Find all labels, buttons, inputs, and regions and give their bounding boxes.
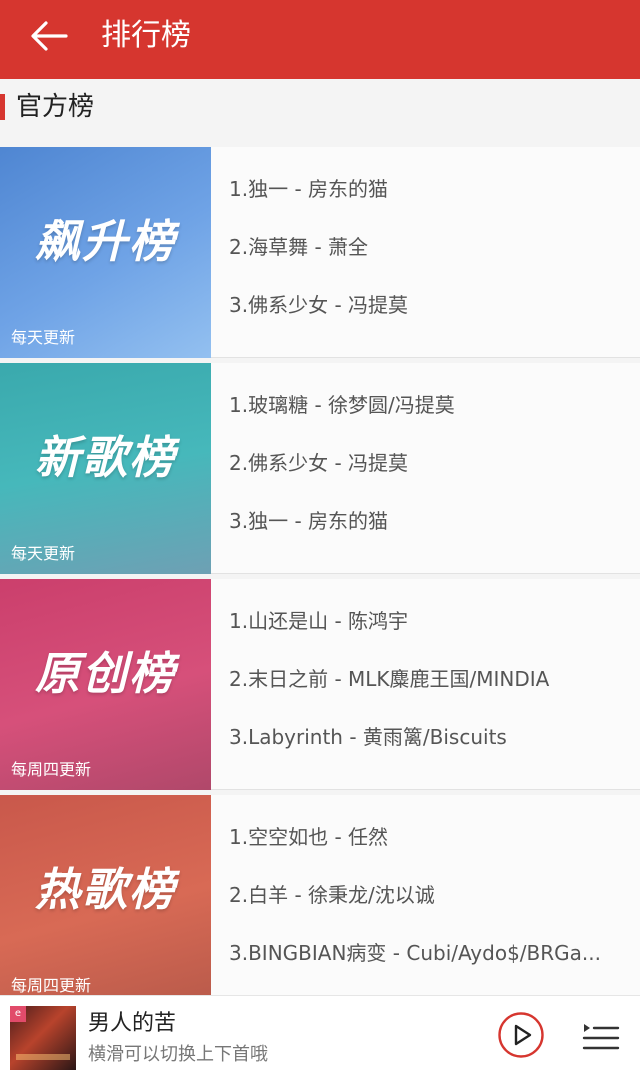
divider bbox=[211, 573, 640, 574]
chart-song: 3.BINGBIAN病变 - Cubi/Aydo$/BRGa... bbox=[229, 941, 601, 965]
chart-song: 2.白羊 - 徐秉龙/沈以诚 bbox=[229, 883, 435, 907]
chart-item-hot-songs[interactable]: 热歌榜 每周四更新 1.空空如也 - 任然 2.白羊 - 徐秉龙/沈以诚 3.B… bbox=[0, 795, 640, 1006]
now-playing-hint: 横滑可以切换上下首哦 bbox=[88, 1044, 268, 1065]
chart-song-list: 1.玻璃糖 - 徐梦圆/冯提莫 2.佛系少女 - 冯提莫 3.独一 - 房东的猫 bbox=[229, 393, 620, 567]
chart-cover[interactable]: 飙升榜 每天更新 bbox=[0, 147, 211, 358]
app-badge-icon: e bbox=[10, 1006, 26, 1022]
arrow-left-icon[interactable] bbox=[26, 16, 74, 56]
chart-song-list: 1.独一 - 房东的猫 2.海草舞 - 萧全 3.佛系少女 - 冯提莫 bbox=[229, 177, 620, 351]
chart-song: 1.山还是山 - 陈鸿宇 bbox=[229, 609, 409, 633]
playlist-icon[interactable] bbox=[582, 1016, 620, 1054]
chart-update-frequency: 每天更新 bbox=[11, 328, 76, 347]
chart-cover-title: 原创榜 bbox=[34, 646, 176, 700]
chart-song: 3.佛系少女 - 冯提莫 bbox=[229, 293, 409, 317]
section-header-official: 官方榜 bbox=[0, 79, 640, 147]
mini-player[interactable]: e 男人的苦 横滑可以切换上下首哦 bbox=[0, 995, 640, 1080]
chart-cover-title: 飙升榜 bbox=[34, 214, 176, 268]
chart-song: 1.独一 - 房东的猫 bbox=[229, 177, 389, 201]
divider bbox=[211, 357, 640, 358]
chart-update-frequency: 每周四更新 bbox=[11, 760, 92, 779]
section-label: 官方榜 bbox=[16, 92, 95, 122]
chart-song: 2.海草舞 - 萧全 bbox=[229, 235, 369, 259]
chart-song: 3.独一 - 房东的猫 bbox=[229, 509, 389, 533]
chart-cover[interactable]: 热歌榜 每周四更新 bbox=[0, 795, 211, 1006]
chart-song-list: 1.空空如也 - 任然 2.白羊 - 徐秉龙/沈以诚 3.BINGBIAN病变 … bbox=[229, 825, 620, 999]
now-playing-title: 男人的苦 bbox=[88, 1011, 177, 1036]
chart-cover[interactable]: 原创榜 每周四更新 bbox=[0, 579, 211, 790]
chart-update-frequency: 每周四更新 bbox=[11, 976, 92, 995]
chart-item-soaring[interactable]: 飙升榜 每天更新 1.独一 - 房东的猫 2.海草舞 - 萧全 3.佛系少女 -… bbox=[0, 147, 640, 358]
chart-song: 1.玻璃糖 - 徐梦圆/冯提莫 bbox=[229, 393, 455, 417]
chart-cover-title: 新歌榜 bbox=[34, 430, 176, 484]
chart-song: 2.末日之前 - MLK麋鹿王国/MINDIA bbox=[229, 667, 550, 691]
section-accent-bar bbox=[0, 94, 5, 120]
album-art[interactable]: e bbox=[10, 1006, 76, 1070]
top-app-bar: 排行榜 bbox=[0, 0, 640, 79]
chart-song: 3.Labyrinth - 黄雨篱/Biscuits bbox=[229, 725, 507, 749]
page-title: 排行榜 bbox=[101, 18, 191, 53]
chart-item-new-songs[interactable]: 新歌榜 每天更新 1.玻璃糖 - 徐梦圆/冯提莫 2.佛系少女 - 冯提莫 3.… bbox=[0, 363, 640, 574]
chart-song: 1.空空如也 - 任然 bbox=[229, 825, 389, 849]
divider bbox=[211, 789, 640, 790]
chart-cover-title: 热歌榜 bbox=[34, 862, 176, 916]
chart-item-original[interactable]: 原创榜 每周四更新 1.山还是山 - 陈鸿宇 2.末日之前 - MLK麋鹿王国/… bbox=[0, 579, 640, 790]
chart-cover[interactable]: 新歌榜 每天更新 bbox=[0, 363, 211, 574]
chart-song: 2.佛系少女 - 冯提莫 bbox=[229, 451, 409, 475]
play-circle-icon[interactable] bbox=[497, 1011, 545, 1059]
chart-update-frequency: 每天更新 bbox=[11, 544, 76, 563]
chart-song-list: 1.山还是山 - 陈鸿宇 2.末日之前 - MLK麋鹿王国/MINDIA 3.L… bbox=[229, 609, 620, 783]
album-art-detail bbox=[16, 1054, 70, 1060]
